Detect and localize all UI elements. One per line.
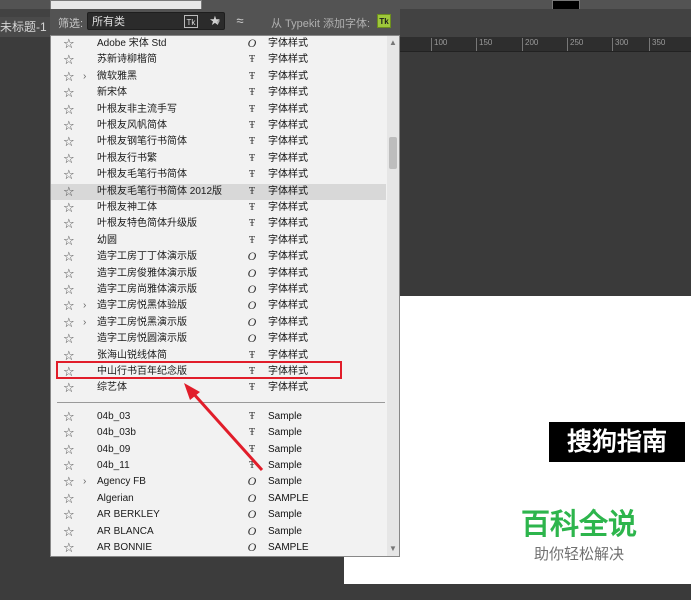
watermark-baike: 百科全说	[520, 509, 637, 541]
watermark-subtitle: 助你轻松解决	[533, 546, 624, 563]
watermark-sogou: 搜狗指南	[549, 422, 685, 462]
